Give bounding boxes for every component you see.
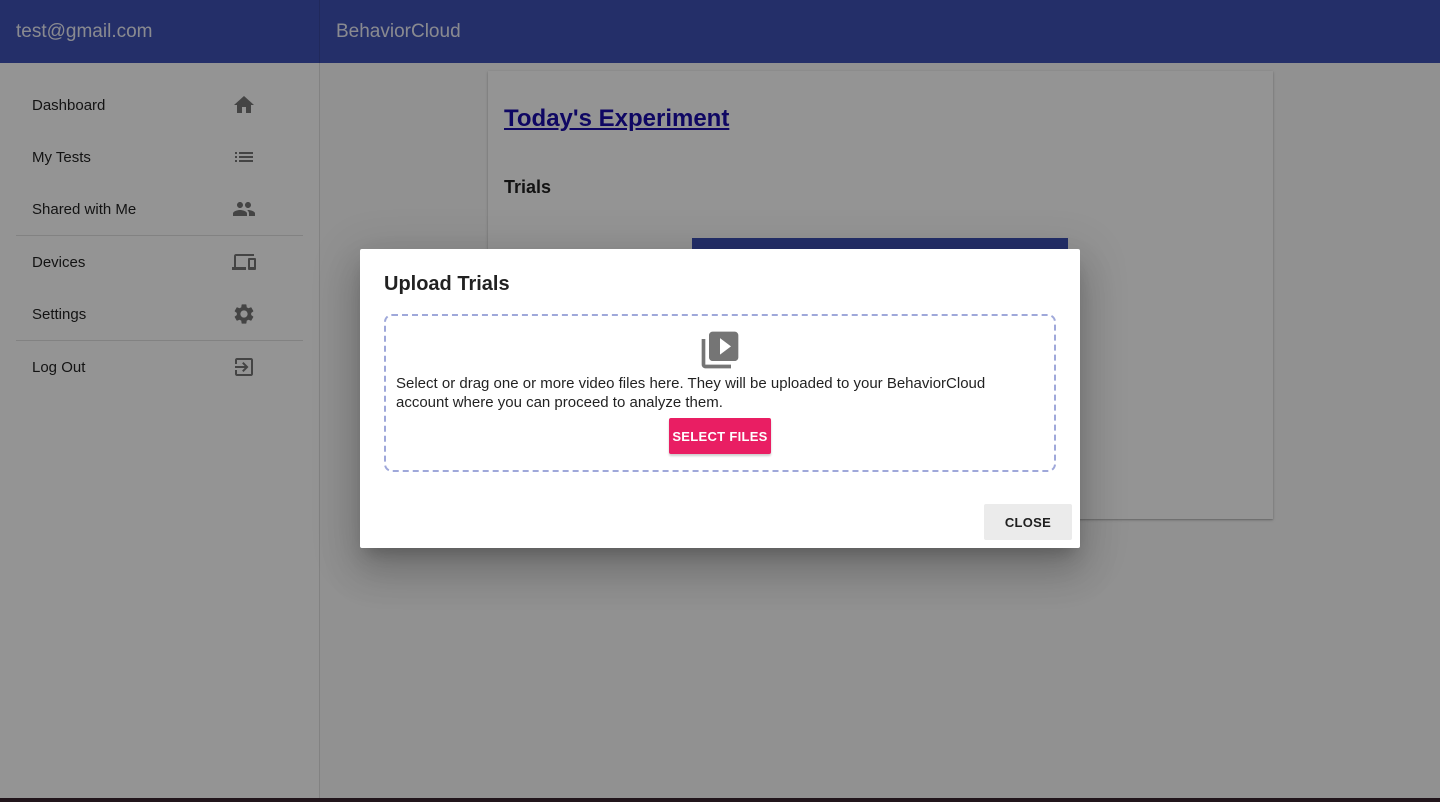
- file-dropzone[interactable]: Select or drag one or more video files h…: [384, 314, 1056, 472]
- dropzone-instructions: Select or drag one or more video files h…: [396, 375, 986, 411]
- close-button[interactable]: CLOSE: [984, 504, 1072, 540]
- upload-trials-dialog: Upload Trials Select or drag one or more…: [360, 249, 1080, 548]
- select-files-button[interactable]: SELECT FILES: [669, 418, 771, 454]
- dialog-title: Upload Trials: [384, 273, 510, 295]
- video-library-icon: [698, 328, 742, 372]
- app-root: test@gmail.com BehaviorCloud Dashboard M…: [0, 0, 1440, 802]
